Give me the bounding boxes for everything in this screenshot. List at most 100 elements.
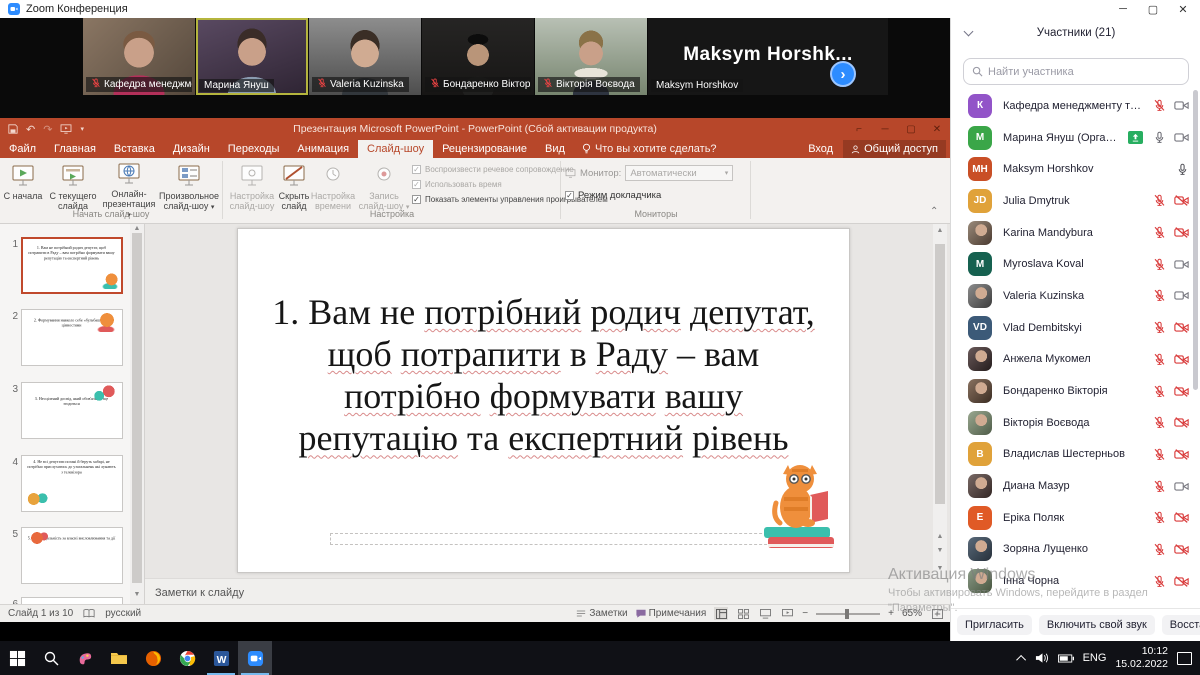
participant-row[interactable]: Вікторія Воєвода <box>951 407 1200 439</box>
fit-to-window-button[interactable] <box>930 607 944 620</box>
participant-row[interactable]: Анжела Мукомел <box>951 344 1200 376</box>
share-button[interactable]: Общий доступ <box>843 140 946 158</box>
explorer-taskbar-icon[interactable] <box>102 641 136 675</box>
notes-toggle[interactable]: Заметки <box>576 608 627 619</box>
tab-вид[interactable]: Вид <box>536 140 574 158</box>
tab-анимация[interactable]: Анимация <box>288 140 358 158</box>
action-center-icon[interactable] <box>1177 652 1192 665</box>
start-taskbar-icon[interactable] <box>0 641 34 675</box>
clock[interactable]: 10:12 15.02.2022 <box>1115 645 1168 671</box>
collapse-ribbon-icon[interactable]: ⌃ <box>930 206 938 217</box>
participant-row[interactable]: MHMaksym Horshkov <box>951 153 1200 185</box>
participant-row[interactable]: Зоряна Лущенко <box>951 534 1200 566</box>
tab-главная[interactable]: Главная <box>45 140 105 158</box>
ppt-maximize-button[interactable]: ▢ <box>898 118 924 140</box>
firefox-taskbar-icon[interactable] <box>136 641 170 675</box>
participant-row[interactable]: ЕЕріка Поляк <box>951 502 1200 534</box>
scroll-up-icon[interactable]: ▲ <box>933 226 947 236</box>
slide-scrollbar[interactable]: ▲ ▲ ▼ ▼ <box>933 224 947 578</box>
zoom-level[interactable]: 65% <box>902 608 922 619</box>
redo-icon[interactable]: ↷ <box>43 123 52 136</box>
presenter-mode-checkbox[interactable]: ✓ Режим докладчика <box>565 190 661 201</box>
slide-thumbnail[interactable]: 1. Вам не потрібний родич депутат, щоб п… <box>21 237 123 294</box>
comments-toggle[interactable]: Примечания <box>636 608 707 619</box>
next-slide-icon[interactable]: ▼ <box>933 546 947 556</box>
ribbon-display-options-icon[interactable]: ⌐ <box>846 118 872 140</box>
unmute-button[interactable]: Включить свой звук <box>1039 615 1155 635</box>
scroll-down-icon[interactable]: ▼ <box>130 590 144 600</box>
word-taskbar-icon[interactable]: W <box>204 641 238 675</box>
undo-icon[interactable]: ↶ <box>26 123 35 136</box>
tab-рецензирование[interactable]: Рецензирование <box>433 140 536 158</box>
tab-файл[interactable]: Файл <box>0 140 45 158</box>
minimize-button[interactable]: ─ <box>1108 0 1138 18</box>
participant-search-input[interactable]: Найти участника <box>963 58 1189 85</box>
participant-row[interactable]: ВВладислав Шестерньов <box>951 439 1200 471</box>
tab-дизайн[interactable]: Дизайн <box>164 140 219 158</box>
participant-row[interactable]: Valeria Kuzinska <box>951 280 1200 312</box>
current-slide[interactable]: 1. Вам не потрібний родич депутат, щоб п… <box>237 228 850 573</box>
thumbnails-scrollbar[interactable]: ▲ ▼ <box>130 224 144 604</box>
speaker-icon[interactable] <box>1035 652 1049 664</box>
ribbon-checkbox[interactable]: ✓Воспроизвести речевое сопровождение <box>412 165 574 174</box>
normal-view-button[interactable] <box>714 607 728 620</box>
sign-in-button[interactable]: Вход <box>808 143 833 155</box>
video-tile[interactable]: Кафедра менеджмент... <box>83 18 195 95</box>
slide-thumbnail[interactable]: 2. Формування навколо себе «бульбашки» з… <box>21 309 123 366</box>
zoom-slider-thumb[interactable] <box>845 609 849 619</box>
slideshow-view-button[interactable] <box>780 607 794 620</box>
tab-слайд-шоу[interactable]: Слайд-шоу <box>358 140 433 158</box>
reading-view-button[interactable] <box>758 607 772 620</box>
slide-title-text[interactable]: 1. Вам не потрібний родич депутат, щоб п… <box>266 291 821 459</box>
tab-переходы[interactable]: Переходы <box>219 140 289 158</box>
save-icon[interactable] <box>8 124 18 134</box>
ppt-close-button[interactable]: ✕ <box>924 118 950 140</box>
qat-customize-icon[interactable]: ▾ <box>80 125 84 133</box>
paint3d-taskbar-icon[interactable] <box>68 641 102 675</box>
video-tile[interactable]: Valeria Kuzinska <box>309 18 421 95</box>
ribbon-checkbox[interactable]: ✓Использовать время <box>412 180 502 189</box>
participant-row[interactable]: VDVlad Dembitskyi <box>951 312 1200 344</box>
zoom-out-button[interactable]: − <box>802 608 808 619</box>
participant-row[interactable]: Інна Чорна <box>951 565 1200 597</box>
participant-row[interactable]: Диана Мазур <box>951 470 1200 502</box>
participant-row[interactable]: MMyroslava Koval <box>951 248 1200 280</box>
participant-row[interactable]: Бондаренко Вікторія <box>951 375 1200 407</box>
chrome-taskbar-icon[interactable] <box>170 641 204 675</box>
maximize-button[interactable]: ▢ <box>1138 0 1168 18</box>
language-tray-indicator[interactable]: ENG <box>1083 652 1107 664</box>
slide-thumbnail[interactable]: 3. Несцілений досвід, який обов'язково щ… <box>21 382 123 439</box>
participant-row[interactable]: ММарина Януш (Организатор) <box>951 122 1200 154</box>
tell-me-box[interactable]: Что вы хотите сделать? <box>574 140 725 158</box>
next-gallery-page-button[interactable]: › <box>830 61 856 87</box>
start-slideshow-icon[interactable] <box>60 124 72 134</box>
slide-thumbnail[interactable] <box>21 597 123 604</box>
participant-row[interactable]: ККафедра менеджменту та ад... (Я) <box>951 90 1200 122</box>
participants-scrollbar[interactable] <box>1193 90 1198 390</box>
search-taskbar-icon[interactable] <box>34 641 68 675</box>
monitor-dropdown[interactable]: Автоматически▾ <box>625 165 733 181</box>
restore-status-button[interactable]: Восстановить стату <box>1162 615 1200 635</box>
notes-pane[interactable]: Заметки к слайду <box>145 578 950 606</box>
scroll-down-icon[interactable]: ▼ <box>933 564 947 574</box>
video-tile[interactable]: Вікторія Воєвода <box>535 18 647 95</box>
proofing-icon[interactable] <box>83 608 95 619</box>
zoom-slider[interactable] <box>816 613 880 615</box>
participant-row[interactable]: Karina Mandybura <box>951 217 1200 249</box>
invite-button[interactable]: Пригласить <box>957 615 1032 635</box>
video-tile[interactable]: Бондаренко Вікторія <box>422 18 534 95</box>
video-tile[interactable]: Марина Януш <box>196 18 308 95</box>
language-indicator[interactable]: русский <box>105 608 141 619</box>
ppt-minimize-button[interactable]: ─ <box>872 118 898 140</box>
video-tile[interactable]: Maksym Horshk...Maksym Horshkov <box>648 18 888 95</box>
tab-вставка[interactable]: Вставка <box>105 140 164 158</box>
slide-sorter-view-button[interactable] <box>736 607 750 620</box>
zoom-taskbar-icon[interactable] <box>238 641 272 675</box>
slide-thumbnail[interactable]: 4. Не всі депутати погані й беруть хабар… <box>21 455 123 512</box>
show-hidden-icons-chevron[interactable] <box>1016 654 1026 664</box>
participant-row[interactable]: JDJulia Dmytruk <box>951 185 1200 217</box>
battery-icon[interactable] <box>1058 654 1074 663</box>
previous-slide-icon[interactable]: ▲ <box>933 532 947 542</box>
zoom-in-button[interactable]: + <box>888 608 894 619</box>
slide-thumbnail[interactable]: 5. Відповідальність за власні висловлюва… <box>21 527 123 584</box>
